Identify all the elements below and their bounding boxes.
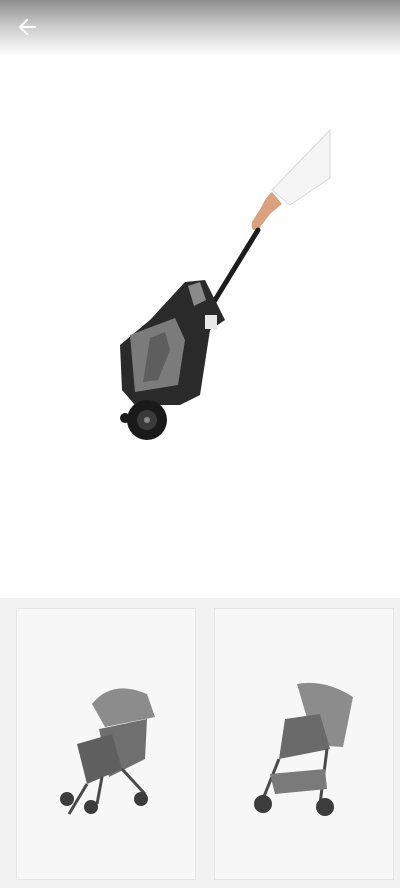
thumbnail-2[interactable] (214, 608, 394, 880)
arrow-left-icon (17, 17, 37, 37)
back-button[interactable] (10, 10, 44, 44)
top-bar (0, 0, 400, 56)
product-image-gallery (0, 0, 400, 888)
thumbnail-1[interactable] (16, 608, 196, 880)
stroller-front-thumbnail (60, 688, 155, 815)
thumbnail-strip (0, 598, 400, 888)
stroller-side-thumbnail (254, 682, 353, 816)
main-product-image[interactable] (0, 56, 400, 598)
